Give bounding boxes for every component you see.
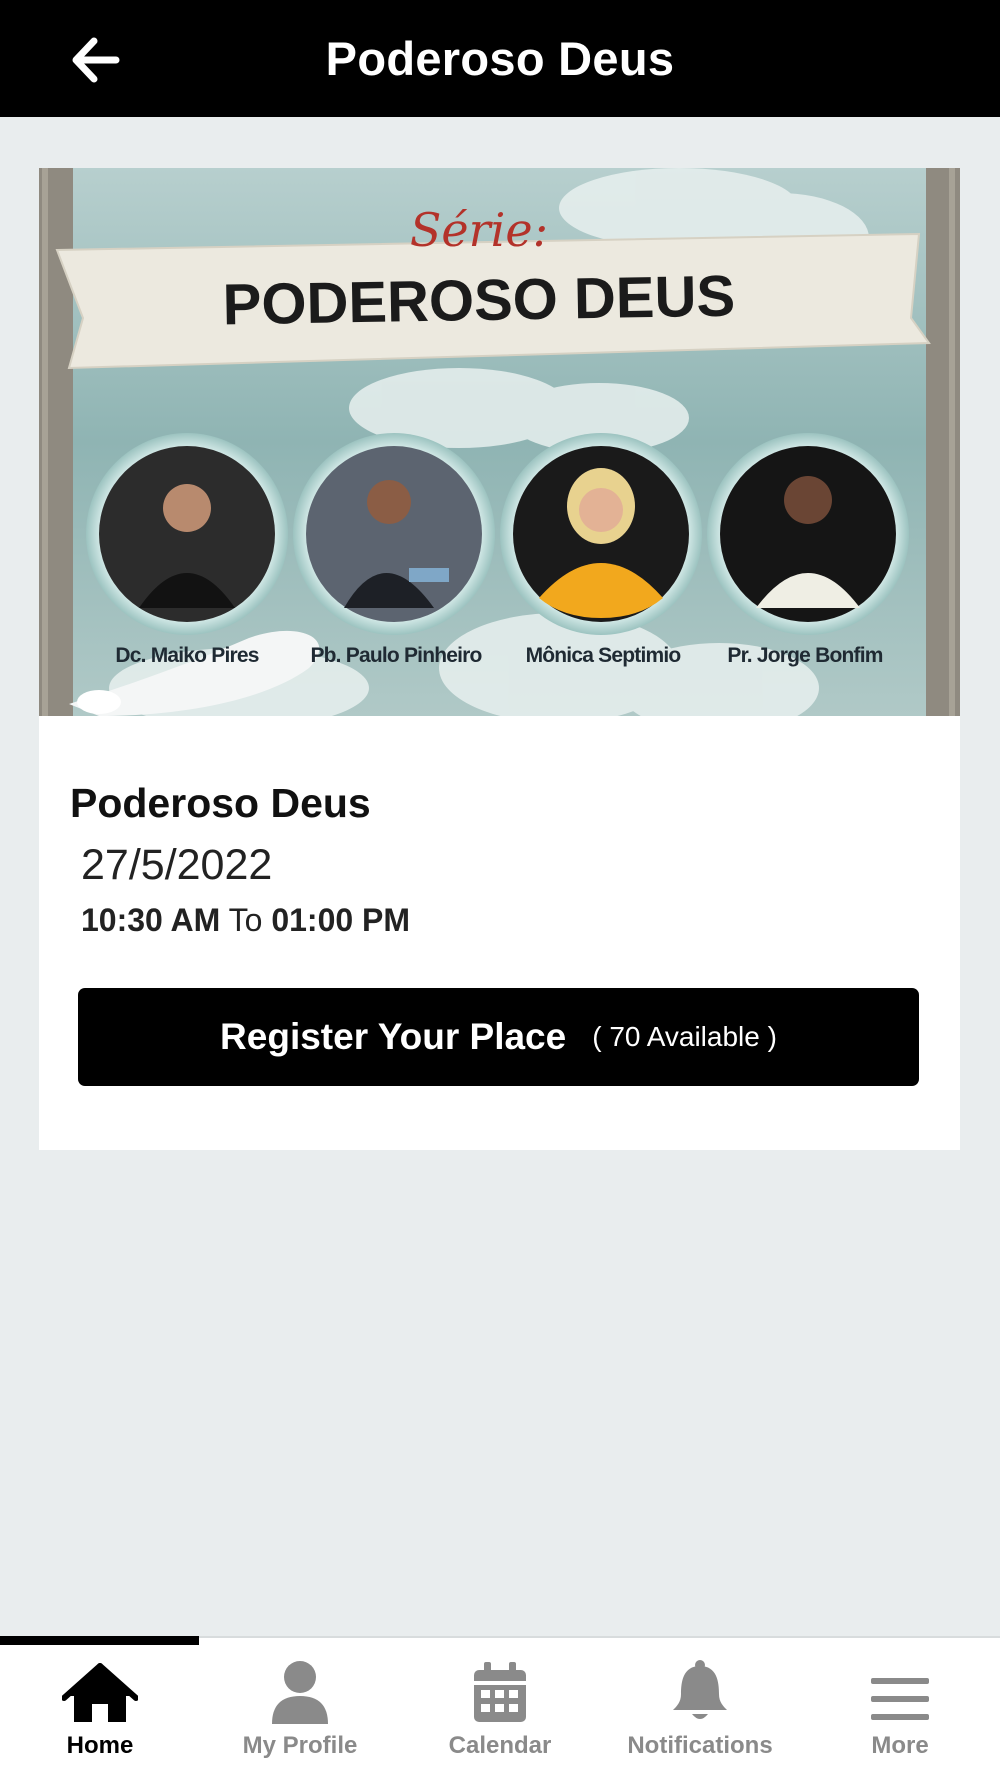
tab-home[interactable]: Home xyxy=(0,1650,200,1778)
active-tab-indicator xyxy=(0,1636,199,1645)
page-title: Poderoso Deus xyxy=(325,32,675,85)
banner-series-label: Série: xyxy=(410,203,548,257)
bell-icon xyxy=(673,1660,727,1719)
event-start-time: 10:30 AM xyxy=(81,902,221,938)
menu-icon xyxy=(871,1678,929,1720)
event-time: 10:30 AM To 01:00 PM xyxy=(81,902,410,939)
tab-label: My Profile xyxy=(242,1732,358,1759)
tab-label: More xyxy=(871,1732,929,1759)
banner-headline: PODEROSO DEUS xyxy=(222,264,735,338)
event-end-time: 01:00 PM xyxy=(271,902,411,938)
tab-calendar[interactable]: Calendar xyxy=(400,1650,600,1778)
speaker-name: Pb. Paulo Pinheiro xyxy=(310,644,481,667)
tab-label: Notifications xyxy=(627,1732,773,1759)
speaker-name: Dc. Maiko Pires xyxy=(115,644,258,667)
register-button[interactable]: Register Your Place ( 70 Available ) xyxy=(78,988,919,1086)
event-title: Poderoso Deus xyxy=(70,780,371,826)
tab-notifications[interactable]: Notifications xyxy=(600,1650,800,1778)
speaker-name: Mônica Septimio xyxy=(526,644,681,667)
event-banner-image: Série: PODEROSO DEUS Dc. Maiko Pires Pb.… xyxy=(39,168,960,716)
event-date: 27/5/2022 xyxy=(81,841,273,889)
event-card: Série: PODEROSO DEUS Dc. Maiko Pires Pb.… xyxy=(39,168,960,1150)
event-time-separator: To xyxy=(228,902,263,938)
speaker-name: Pr. Jorge Bonfim xyxy=(727,644,882,667)
user-icon xyxy=(272,1661,328,1724)
calendar-icon xyxy=(474,1662,526,1722)
home-icon xyxy=(62,1663,138,1722)
tab-more[interactable]: More xyxy=(800,1650,1000,1778)
tab-label: Calendar xyxy=(448,1732,552,1759)
top-app-bar: Poderoso Deus xyxy=(0,0,1000,117)
register-button-label: Register Your Place xyxy=(220,1016,567,1057)
available-count: ( 70 Available ) xyxy=(592,1021,777,1052)
tab-my-profile[interactable]: My Profile xyxy=(200,1650,400,1778)
tab-label: Home xyxy=(66,1732,134,1759)
